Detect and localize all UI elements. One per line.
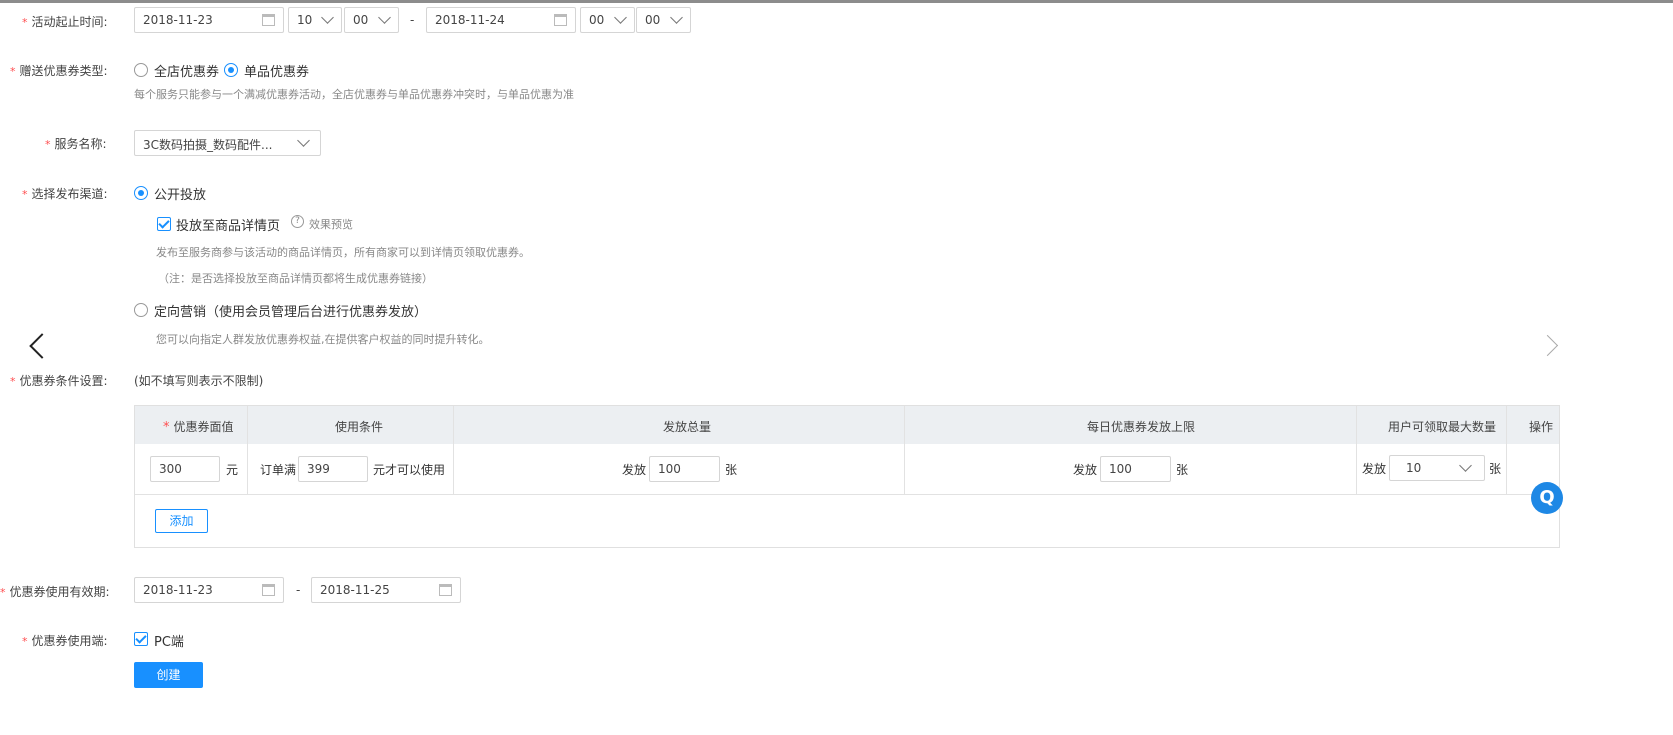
header-max-per-user: 用户可领取最大数量 <box>1388 420 1497 434</box>
radio-item-coupon[interactable] <box>224 63 238 77</box>
top-border <box>0 0 1673 3</box>
chevron-down-icon <box>297 134 310 147</box>
chevron-down-icon <box>378 11 391 24</box>
validity-separator: - <box>296 583 301 597</box>
conditions-table: * 优惠券面值 使用条件 发放总量 每日优惠券发放上限 用户可领取最大数量 操作 … <box>134 405 1560 548</box>
column-divider <box>1356 406 1357 494</box>
activity-time-label: * 活动起止时间: <box>22 15 108 29</box>
column-divider <box>1506 406 1507 494</box>
chevron-right-icon[interactable] <box>1536 334 1559 357</box>
help-icon[interactable]: ? <box>291 215 304 228</box>
calendar-icon <box>554 14 567 26</box>
platform-label: * 优惠券使用端: <box>22 634 108 648</box>
radio-store-coupon[interactable] <box>134 63 148 77</box>
validity-start-date-input[interactable]: 2018-11-23 <box>134 577 284 603</box>
channel-label: * 选择发布渠道: <box>22 187 108 201</box>
preview-link[interactable]: 效果预览 <box>309 216 353 232</box>
detail-page-checkbox[interactable] <box>157 217 171 231</box>
chevron-down-icon <box>670 11 683 24</box>
pc-platform-checkbox[interactable] <box>134 632 148 646</box>
activity-start-minute-select[interactable]: 00 <box>344 7 399 33</box>
total-prefix: 发放 <box>622 463 647 477</box>
targeted-channel-label[interactable]: 定向营销（使用会员管理后台进行优惠券发放） <box>154 301 427 320</box>
header-actions: 操作 <box>1529 420 1554 434</box>
service-name-select[interactable]: 3C数码拍摄_数码配件... <box>134 130 321 156</box>
public-channel-label[interactable]: 公开投放 <box>154 184 206 203</box>
calendar-icon <box>439 584 452 596</box>
item-coupon-label[interactable]: 单品优惠券 <box>244 61 309 80</box>
header-face-value: * 优惠券面值 <box>163 420 234 435</box>
max-unit: 张 <box>1489 462 1502 476</box>
max-per-user-select[interactable]: 10 <box>1389 455 1485 481</box>
validity-label: * 优惠券使用有效期: <box>0 585 110 599</box>
header-use-condition: 使用条件 <box>335 420 384 434</box>
total-unit: 张 <box>725 463 738 477</box>
daily-unit: 张 <box>1176 463 1189 477</box>
detail-page-label[interactable]: 投放至商品详情页 <box>176 215 280 234</box>
calendar-icon <box>262 14 275 26</box>
face-unit: 元 <box>226 463 239 477</box>
max-prefix: 发放 <box>1362 462 1387 476</box>
store-coupon-label[interactable]: 全店优惠券 <box>154 61 219 80</box>
activity-end-hour-select[interactable]: 00 <box>580 7 635 33</box>
help-chat-icon[interactable]: Q <box>1531 482 1563 514</box>
range-separator: - <box>410 13 415 27</box>
conditions-label: * 优惠券条件设置: <box>10 374 108 388</box>
header-total: 发放总量 <box>663 420 712 434</box>
chevron-down-icon <box>1459 459 1472 472</box>
public-hint-2: （注：是否选择投放至商品详情页都将生成优惠券链接） <box>158 272 433 285</box>
coupon-type-label: * 赠送优惠券类型: <box>10 64 108 78</box>
service-name-label: * 服务名称: <box>45 137 107 151</box>
header-daily-limit: 每日优惠券发放上限 <box>1087 420 1196 434</box>
pc-platform-label[interactable]: PC端 <box>154 631 184 650</box>
condition-suffix: 元才可以使用 <box>373 463 446 477</box>
daily-limit-input[interactable]: 100 <box>1100 456 1171 482</box>
validity-end-date-input[interactable]: 2018-11-25 <box>311 577 461 603</box>
public-hint-1: 发布至服务商参与该活动的商品详情页，所有商家可以到详情页领取优惠券。 <box>156 246 530 259</box>
targeted-hint: 您可以向指定人群发放优惠券权益,在提供客户权益的同时提升转化。 <box>156 333 490 346</box>
activity-start-date-input[interactable]: 2018-11-23 <box>134 7 284 33</box>
coupon-type-hint: 每个服务只能参与一个满减优惠券活动，全店优惠券与单品优惠券冲突时，与单品优惠为准 <box>134 88 574 101</box>
activity-end-date-input[interactable]: 2018-11-24 <box>426 7 576 33</box>
calendar-icon <box>262 584 275 596</box>
activity-end-minute-select[interactable]: 00 <box>636 7 691 33</box>
radio-public-channel[interactable] <box>134 186 148 200</box>
conditions-note: (如不填写则表示不限制) <box>134 374 264 388</box>
condition-prefix: 订单满 <box>260 463 297 477</box>
column-divider <box>247 406 248 494</box>
chevron-left-icon[interactable] <box>29 333 55 359</box>
row-divider <box>135 494 1559 495</box>
daily-prefix: 发放 <box>1073 463 1098 477</box>
add-row-button[interactable]: 添加 <box>155 509 208 533</box>
create-button[interactable]: 创建 <box>134 662 203 688</box>
face-value-input[interactable]: 300 <box>150 456 220 482</box>
condition-amount-input[interactable]: 399 <box>298 456 368 482</box>
activity-start-hour-select[interactable]: 10 <box>288 7 342 33</box>
radio-targeted-channel[interactable] <box>134 303 148 317</box>
column-divider <box>453 406 454 494</box>
chevron-down-icon <box>321 11 334 24</box>
column-divider <box>904 406 905 494</box>
chevron-down-icon <box>614 11 627 24</box>
total-quantity-input[interactable]: 100 <box>649 456 720 482</box>
